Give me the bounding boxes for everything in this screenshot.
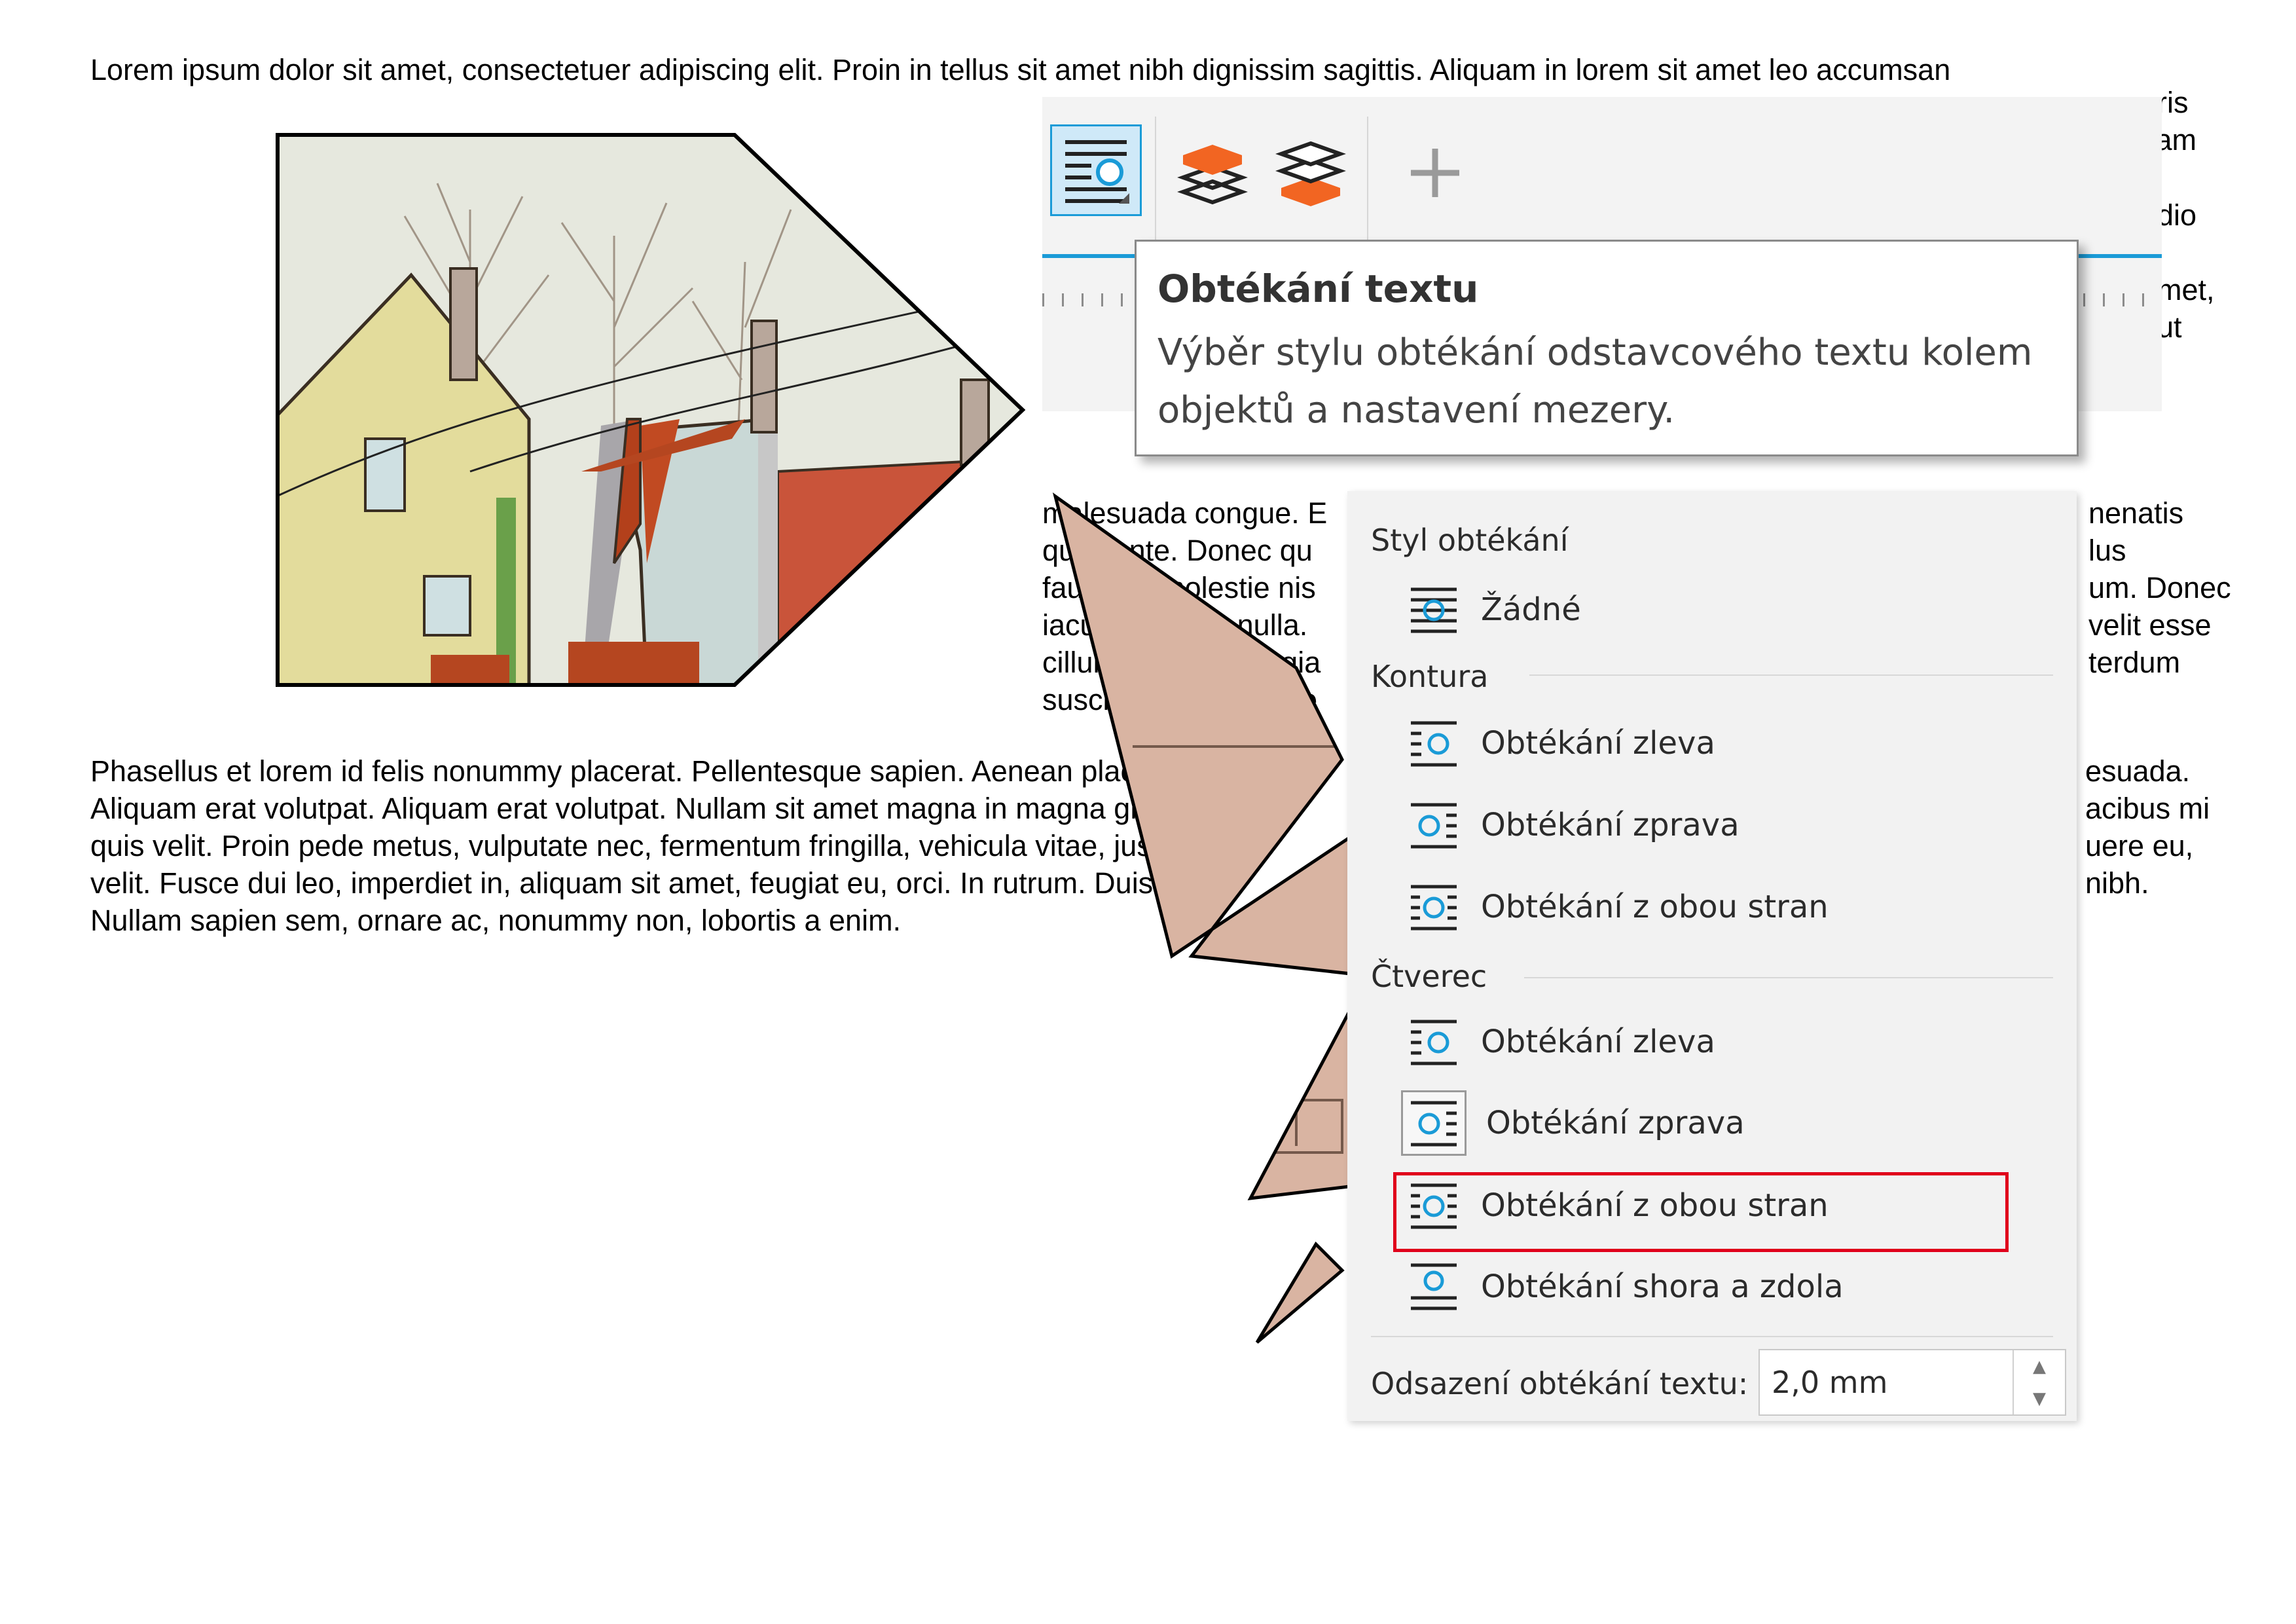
- increment-button[interactable]: ▲: [2014, 1350, 2065, 1382]
- tooltip-description: Výběr stylu obtékání odstavcového textu …: [1157, 331, 2033, 432]
- chevron-down-icon: ▼: [2033, 1388, 2046, 1409]
- spin-control: ▲ ▼: [2013, 1350, 2065, 1414]
- section-header-ctverec: Čtverec: [1371, 959, 1487, 994]
- section-divider: [1524, 977, 2053, 978]
- layer-front-icon: [1177, 145, 1248, 205]
- menu-item-label: Obtékání zprava: [1481, 807, 1740, 843]
- menu-item-label: Obtékání zprava: [1486, 1105, 1745, 1141]
- text-wrap-button[interactable]: [1050, 124, 1142, 216]
- menu-item-label: Obtékání z obou stran: [1481, 889, 1829, 925]
- wrap-right-icon: [1406, 798, 1461, 853]
- wrap-left-icon: [1406, 1014, 1461, 1069]
- tooltip-title: Obtékání textu: [1157, 267, 1479, 311]
- wrap-style-menu: Styl obtékání Žádné Kontura Obtékání zle…: [1347, 491, 2077, 1421]
- tooltip: Obtékání textu Výběr stylu obtékání odst…: [1135, 240, 2079, 456]
- text-wrap-icon: [1065, 140, 1129, 204]
- menu-item-contour-both[interactable]: Obtékání z obou stran: [1406, 871, 2054, 943]
- add-button[interactable]: [1389, 127, 1481, 219]
- menu-item-square-left[interactable]: Obtékání zleva: [1406, 1006, 2054, 1078]
- wrap-both-icon: [1406, 879, 1461, 934]
- wrap-left-icon: [1406, 716, 1461, 771]
- section-divider: [1371, 1336, 2053, 1337]
- plus-icon: [1411, 149, 1459, 197]
- bring-to-front-button[interactable]: [1167, 127, 1258, 219]
- menu-item-square-top-bottom[interactable]: Obtékání shora a zdola: [1406, 1251, 2054, 1323]
- wrap-top-bottom-icon: [1406, 1259, 1461, 1314]
- menu-item-square-right[interactable]: Obtékání zprava: [1401, 1087, 2054, 1159]
- paragraph-1: Lorem ipsum dolor sit amet, consectetuer…: [90, 53, 1951, 86]
- menu-item-label: Obtékání zleva: [1481, 725, 1715, 762]
- spacing-input[interactable]: 2,0 mm ▲ ▼: [1758, 1349, 2066, 1416]
- pentagon-house-image[interactable]: [274, 131, 1027, 694]
- wrap-right-icon: [1401, 1090, 1467, 1156]
- menu-item-contour-left[interactable]: Obtékání zleva: [1406, 707, 2054, 779]
- send-to-back-button[interactable]: [1265, 127, 1357, 219]
- menu-item-label: Žádné: [1481, 591, 1581, 628]
- menu-item-label: Obtékání zleva: [1481, 1024, 1715, 1060]
- highlight-annotation: [1393, 1172, 2009, 1252]
- layer-back-icon: [1275, 141, 1346, 206]
- section-header-styl: Styl obtékání: [1371, 523, 1569, 558]
- chevron-up-icon: ▲: [2033, 1356, 2046, 1376]
- section-divider: [1529, 674, 2053, 676]
- wrap-none-icon: [1406, 582, 1461, 637]
- spacing-label: Odsazení obtékání textu:: [1371, 1366, 1749, 1401]
- menu-item-contour-right[interactable]: Obtékání zprava: [1406, 789, 2054, 861]
- spacing-value: 2,0 mm: [1772, 1365, 1888, 1400]
- menu-item-none[interactable]: Žádné: [1406, 574, 2054, 646]
- decrement-button[interactable]: ▼: [2014, 1382, 2065, 1414]
- menu-item-label: Obtékání shora a zdola: [1481, 1268, 1844, 1305]
- section-header-kontura: Kontura: [1371, 659, 1489, 694]
